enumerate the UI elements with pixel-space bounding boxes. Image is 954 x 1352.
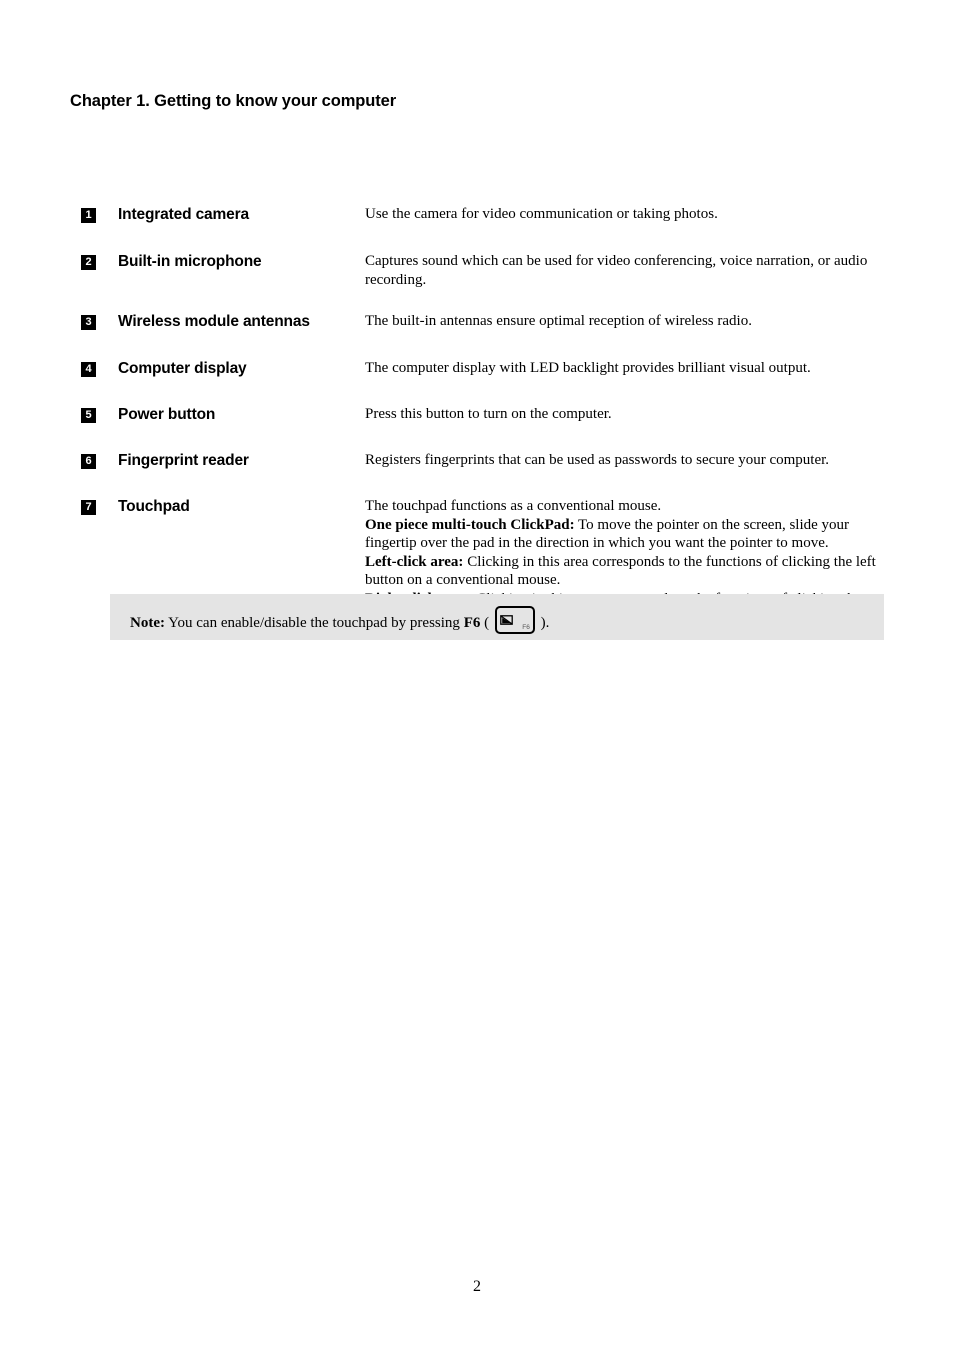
item-number-badge: 6 <box>81 454 96 469</box>
description-line: Registers fingerprints that can be used … <box>365 452 830 468</box>
description-line: Press this button to turn on the compute… <box>365 406 612 422</box>
item-number-badge: 1 <box>81 208 96 223</box>
item-description: Press this button to turn on the compute… <box>365 405 880 424</box>
item-number-badge: 2 <box>81 255 96 270</box>
description-line: Left-click area: Clicking in this area c… <box>365 553 880 590</box>
note-key-name: F6 <box>463 615 481 631</box>
description-line: The computer display with LED backlight … <box>365 360 811 376</box>
item-label: Wireless module antennas <box>118 313 310 330</box>
item-description: Registers fingerprints that can be used … <box>365 451 880 470</box>
list-item: 1 Integrated camera Use the camera for v… <box>0 205 954 241</box>
item-label: Computer display <box>118 360 247 377</box>
item-label: Power button <box>118 406 216 423</box>
description-lead: One piece multi-touch ClickPad: <box>365 516 575 533</box>
page-number: 2 <box>473 1278 481 1295</box>
note-body: You can enable/disable the touchpad by p… <box>164 615 464 631</box>
note-box: Note: You can enable/disable the touchpa… <box>110 594 884 640</box>
note-close-paren: ). <box>536 615 550 631</box>
item-description: Captures sound which can be used for vid… <box>365 252 880 289</box>
note-label: Note: <box>130 615 165 631</box>
note-open-paren: ( <box>480 615 493 631</box>
description-line: Captures sound which can be used for vid… <box>365 253 868 288</box>
keycap-fn-label: F6 <box>522 624 530 631</box>
list-item: 6 Fingerprint reader Registers fingerpri… <box>0 451 954 486</box>
item-label: Touchpad <box>118 498 190 515</box>
item-label: Integrated camera <box>118 206 249 223</box>
item-label: Fingerprint reader <box>118 452 249 469</box>
description-line: Use the camera for video communication o… <box>365 206 718 222</box>
item-label: Built-in microphone <box>118 253 262 270</box>
list-item: 2 Built-in microphone Captures sound whi… <box>0 252 954 301</box>
item-number-badge: 4 <box>81 362 96 377</box>
item-number-badge: 7 <box>81 500 96 515</box>
description-line: One piece multi-touch ClickPad: To move … <box>365 516 880 553</box>
item-description: The built-in antennas ensure optimal rec… <box>365 312 880 331</box>
feature-list: 1 Integrated camera Use the camera for v… <box>0 205 954 656</box>
item-number-badge: 5 <box>81 408 96 423</box>
touchpad-disabled-icon <box>500 610 513 625</box>
note-text: Note: You can enable/disable the touchpa… <box>130 606 549 634</box>
list-item: 3 Wireless module antennas The built-in … <box>0 312 954 348</box>
f6-keycap: F6 <box>494 606 535 634</box>
description-line: The touchpad functions as a conventional… <box>365 498 662 514</box>
item-description: The computer display with LED backlight … <box>365 359 880 378</box>
item-description: Use the camera for video communication o… <box>365 205 880 224</box>
list-item: 4 Computer display The computer display … <box>0 359 954 394</box>
page-title: Chapter 1. Getting to know your computer <box>70 92 397 110</box>
description-lead: Left-click area: <box>365 553 464 570</box>
document-page: Chapter 1. Getting to know your computer… <box>0 0 954 1352</box>
description-line: The built-in antennas ensure optimal rec… <box>365 313 752 329</box>
list-item: 5 Power button Press this button to turn… <box>0 405 954 440</box>
item-number-badge: 3 <box>81 315 96 330</box>
